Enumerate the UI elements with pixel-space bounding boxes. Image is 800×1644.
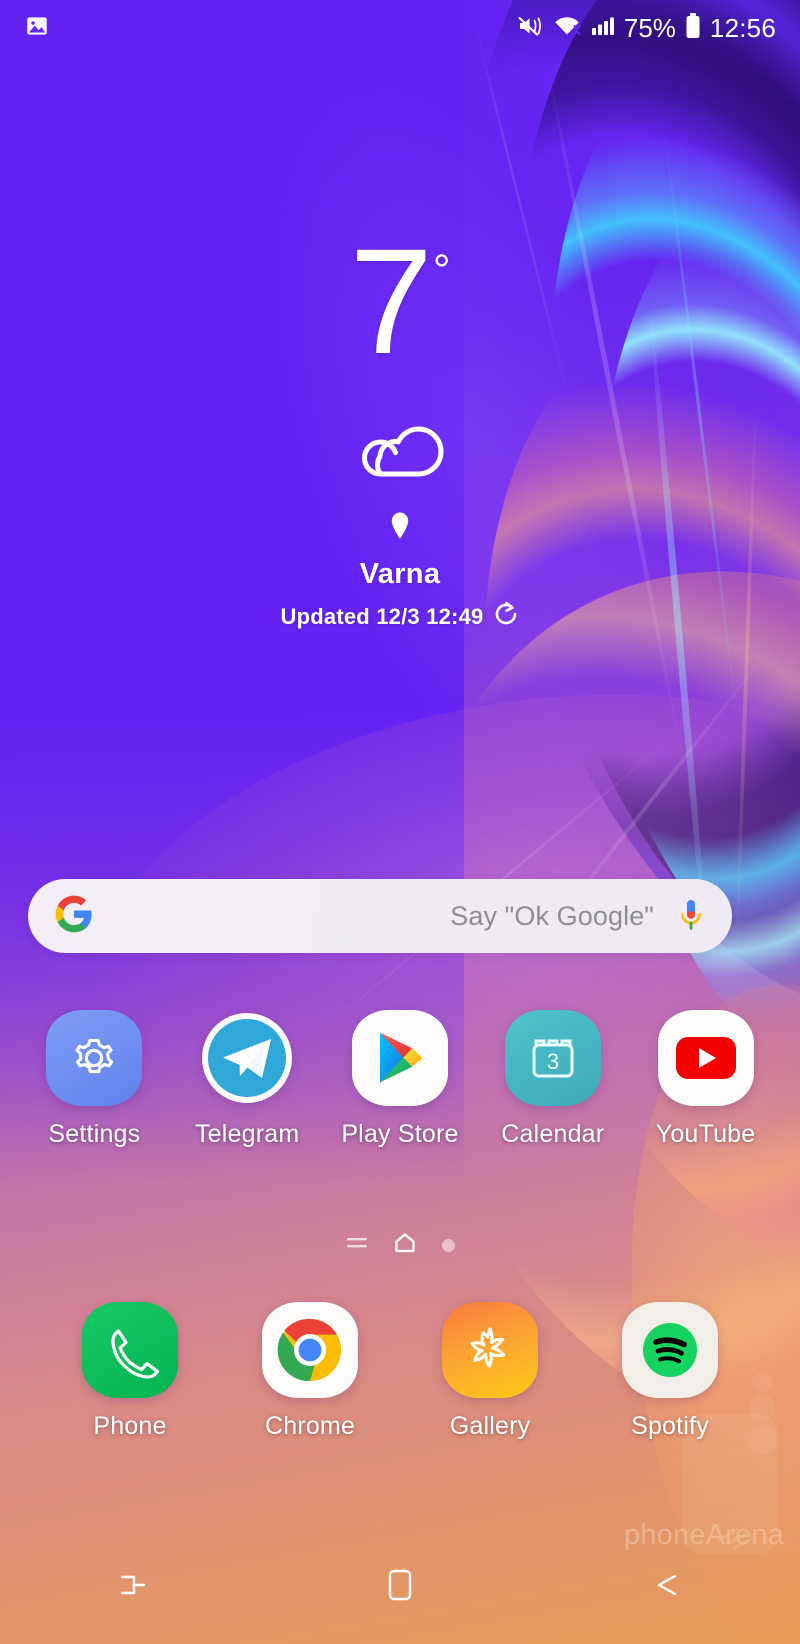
svg-text:3: 3 (547, 1049, 559, 1074)
navigation-bar (0, 1526, 800, 1644)
search-placeholder: Say "Ok Google" (450, 900, 654, 931)
page-indicator (0, 1232, 800, 1259)
app-settings[interactable]: Settings (35, 1010, 153, 1149)
degree-symbol: ° (432, 246, 451, 295)
home-button[interactable] (267, 1561, 534, 1609)
location-pin-icon (389, 511, 411, 546)
status-bar: 75% 12:56 (0, 0, 800, 56)
phone-handset-icon (82, 1302, 178, 1398)
weather-updated-row: Updated 12/3 12:49 (281, 601, 520, 633)
home-screen-app-grid: Settings Telegram Play Store 3 Calendar … (0, 1010, 800, 1149)
weather-widget[interactable]: 7 ° Varna Updated 12/3 12:49 (0, 217, 800, 633)
app-telegram[interactable]: Telegram (188, 1010, 306, 1149)
settings-gear-icon (46, 1010, 143, 1106)
status-bar-notifications (24, 13, 50, 44)
battery-icon (684, 12, 702, 45)
youtube-icon (657, 1010, 754, 1106)
temperature-value: 7 (349, 217, 432, 385)
app-label: Settings (48, 1120, 141, 1148)
apps-page-indicator[interactable] (346, 1235, 368, 1256)
app-label: YouTube (655, 1120, 756, 1148)
gallery-notification-icon (24, 13, 50, 44)
app-chrome[interactable]: Chrome (251, 1302, 369, 1441)
app-label: Calendar (501, 1120, 605, 1148)
calendar-icon: 3 (504, 1010, 601, 1106)
chrome-icon (262, 1302, 358, 1398)
mute-vibrate-icon (516, 13, 544, 44)
microphone-icon[interactable] (676, 897, 706, 935)
app-label: Chrome (264, 1412, 356, 1440)
app-label: Phone (93, 1412, 167, 1440)
refresh-icon[interactable] (493, 601, 519, 633)
right-page-indicator[interactable] (441, 1239, 455, 1252)
app-label: Play Store (341, 1120, 459, 1148)
cloudy-icon (344, 408, 456, 485)
app-label: Gallery (449, 1412, 531, 1440)
weather-updated-label: Updated 12/3 12:49 (280, 604, 484, 629)
app-phone[interactable]: Phone (71, 1302, 189, 1441)
recents-button[interactable] (0, 1564, 267, 1606)
wifi-icon (552, 13, 582, 44)
app-label: Telegram (194, 1120, 300, 1148)
google-search-bar[interactable]: Say "Ok Google" (28, 879, 732, 953)
clock-label: 12:56 (709, 12, 776, 43)
app-label: Spotify (631, 1412, 709, 1440)
app-youtube[interactable]: YouTube (647, 1010, 765, 1149)
google-g-logo (54, 894, 94, 939)
play-store-icon (351, 1010, 448, 1106)
home-page-indicator[interactable] (394, 1232, 416, 1259)
telegram-paper-plane-icon (199, 1010, 295, 1106)
spotify-icon (622, 1302, 718, 1398)
weather-city-label: Varna (359, 558, 441, 590)
status-bar-system-icons: 75% 12:56 (516, 12, 776, 45)
app-calendar[interactable]: 3 Calendar (494, 1010, 612, 1149)
gallery-flower-icon (442, 1302, 538, 1398)
app-play-store[interactable]: Play Store (341, 1010, 459, 1149)
back-button[interactable] (533, 1564, 800, 1606)
cellular-signal-icon (590, 13, 616, 44)
app-gallery[interactable]: Gallery (431, 1302, 549, 1441)
dock: Phone Chrome Gallery Spotify (0, 1302, 800, 1441)
app-spotify[interactable]: Spotify (611, 1302, 729, 1441)
weather-temperature: 7 ° (349, 217, 451, 385)
battery-percent-label: 75% (623, 12, 676, 43)
